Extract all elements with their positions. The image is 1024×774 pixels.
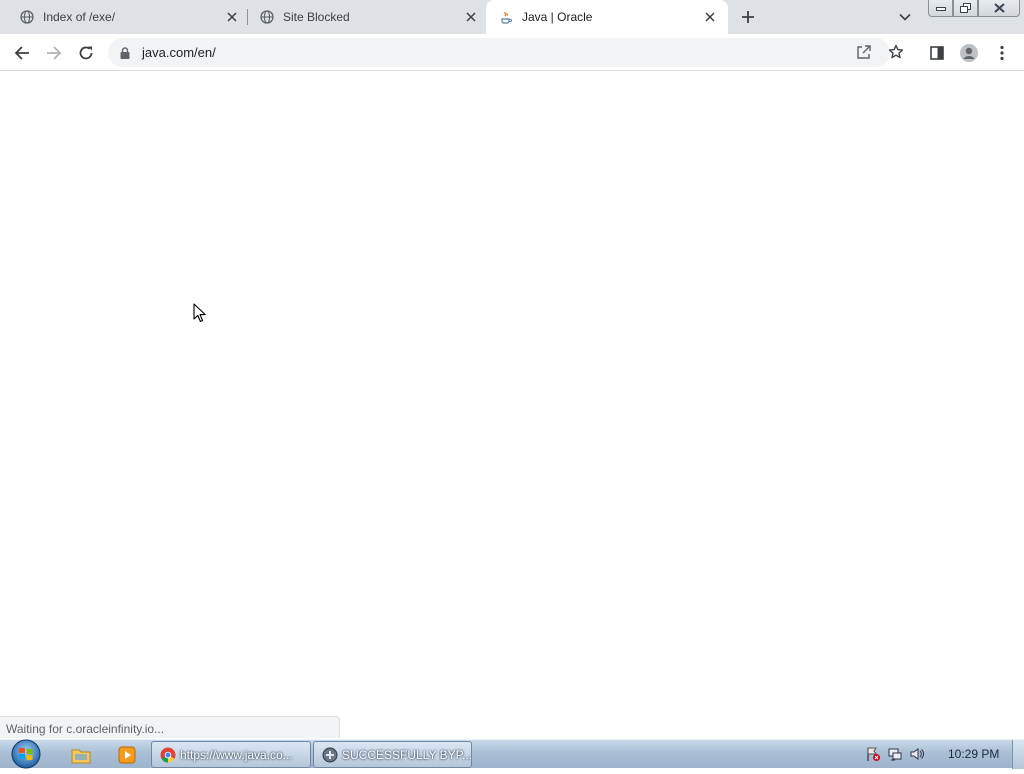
window-controls [928, 0, 1020, 18]
close-tab-icon[interactable] [463, 9, 479, 25]
side-panel-icon[interactable] [926, 42, 948, 64]
tab-title: Site Blocked [283, 10, 350, 24]
address-bar[interactable]: java.com/en/ [108, 38, 904, 67]
minimize-button[interactable] [928, 0, 953, 17]
tab-search-chevron-icon[interactable] [896, 9, 914, 25]
lock-icon[interactable] [120, 46, 130, 64]
reload-button[interactable] [75, 42, 97, 64]
start-button[interactable] [7, 739, 45, 769]
media-player-icon[interactable] [112, 742, 142, 767]
close-tab-icon[interactable] [224, 9, 240, 25]
share-icon[interactable] [856, 44, 872, 65]
page-content [0, 71, 1024, 739]
taskbar-task-app[interactable]: SUCCESSFULLY BYP... [313, 741, 472, 768]
tab-strip: Index of /exe/ Site Blocked Java | Oracl… [0, 0, 1024, 34]
new-tab-button[interactable] [738, 7, 758, 27]
action-center-flag-icon[interactable] [862, 744, 884, 764]
close-tab-icon[interactable] [702, 9, 718, 25]
tab-title: Java | Oracle [522, 10, 593, 24]
show-desktop-button[interactable] [1012, 740, 1024, 769]
tab-index-exe[interactable]: Index of /exe/ [0, 0, 246, 34]
browser-toolbar: java.com/en/ [0, 34, 1024, 71]
globe-icon [20, 10, 34, 24]
globe-icon [260, 10, 274, 24]
system-tray [862, 744, 928, 764]
tab-site-blocked[interactable]: Site Blocked [247, 0, 486, 34]
network-icon[interactable] [884, 744, 906, 764]
tab-java-oracle[interactable]: Java | Oracle [486, 0, 728, 34]
volume-icon[interactable] [906, 744, 928, 764]
url-text[interactable]: java.com/en/ [142, 45, 216, 60]
task-label: https://www.java.co... [180, 747, 293, 762]
forward-button[interactable] [43, 42, 65, 64]
bookmark-star-icon[interactable] [888, 44, 904, 65]
restore-button[interactable] [953, 0, 978, 17]
tab-title: Index of /exe/ [43, 10, 116, 24]
java-icon [499, 10, 513, 24]
status-bubble: Waiting for c.oracleinfinity.io... [0, 716, 340, 738]
mouse-cursor-icon [193, 303, 207, 328]
task-label: SUCCESSFULLY BYP... [342, 747, 472, 762]
file-explorer-icon[interactable] [66, 742, 96, 767]
app-icon [322, 747, 338, 763]
taskbar: https://www.java.co... SUCCESSFULLY BYP.… [0, 739, 1024, 769]
close-window-button[interactable] [978, 0, 1020, 17]
chrome-icon [160, 747, 176, 763]
profile-avatar-icon[interactable] [958, 42, 980, 64]
back-button[interactable] [11, 42, 33, 64]
taskbar-task-chrome[interactable]: https://www.java.co... [151, 741, 311, 768]
taskbar-clock[interactable]: 10:29 PM [948, 747, 999, 761]
menu-kebab-icon[interactable] [991, 42, 1013, 64]
